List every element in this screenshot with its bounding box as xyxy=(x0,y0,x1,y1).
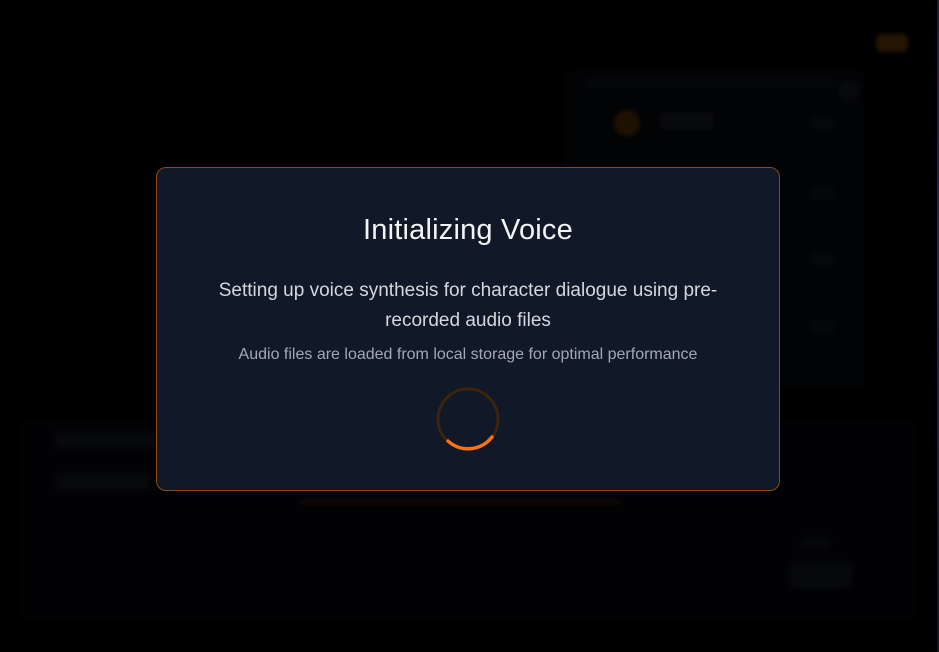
dialogue-panel-caption xyxy=(800,538,830,548)
dialogue-progress-line xyxy=(300,500,620,503)
voice-panel-close-icon xyxy=(838,80,860,102)
voice-row-value xyxy=(810,252,834,266)
dialogue-panel-button xyxy=(790,562,852,588)
spinner-arc xyxy=(446,435,494,451)
header-badge xyxy=(876,34,908,52)
voice-avatar-icon xyxy=(614,110,640,136)
app-stage: Initializing Voice Setting up voice synt… xyxy=(0,0,939,652)
dialogue-panel-title xyxy=(55,432,155,448)
voice-row-value xyxy=(810,320,834,334)
modal-note: Audio files are loaded from local storag… xyxy=(238,346,698,363)
voice-row-value xyxy=(810,116,834,130)
dialogue-panel-subtitle xyxy=(55,474,150,490)
voice-panel-header xyxy=(585,78,835,88)
loading-spinner-icon xyxy=(436,387,500,451)
modal-title: Initializing Voice xyxy=(363,214,573,246)
voice-row-value xyxy=(810,186,834,200)
modal-description: Setting up voice synthesis for character… xyxy=(218,280,718,331)
voice-label xyxy=(660,113,714,129)
initializing-voice-modal: Initializing Voice Setting up voice synt… xyxy=(156,167,780,491)
